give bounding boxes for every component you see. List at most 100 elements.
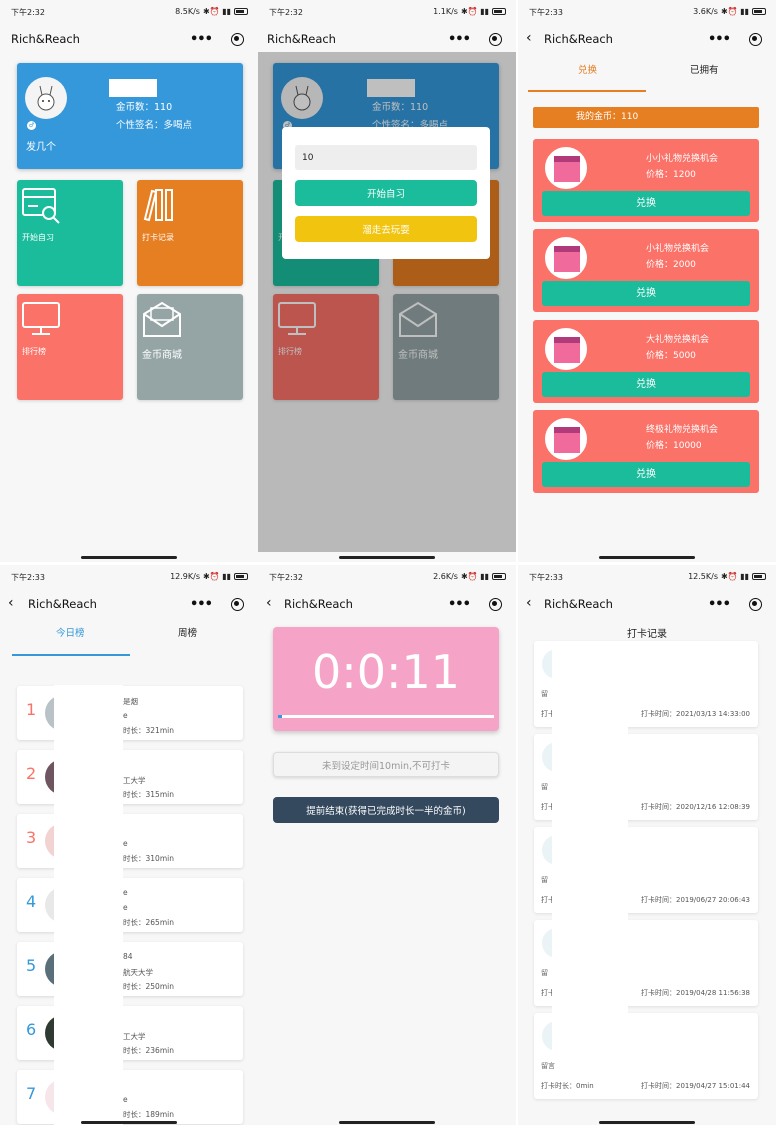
rank-school: 工大学 <box>123 776 146 785</box>
rank-school: e <box>123 711 128 720</box>
back-icon[interactable]: ‹ <box>526 30 532 46</box>
rank-duration: 时长：321min <box>123 726 174 735</box>
tab-week[interactable]: 周榜 <box>178 625 197 639</box>
battery-icon <box>234 8 248 15</box>
exchange-button[interactable]: 兑换 <box>542 191 750 216</box>
start-study-button[interactable]: 开始自习 <box>295 180 477 206</box>
back-icon[interactable]: ‹ <box>266 595 272 611</box>
tab-exchange[interactable]: 兑换 <box>578 62 597 76</box>
rank-number: 6 <box>26 1020 37 1039</box>
rank-number: 4 <box>26 892 37 911</box>
finish-early-button[interactable]: 提前结束(获得已完成时长一半的金币) <box>273 797 499 823</box>
nav-bar: ‹ Rich&Reach ••• <box>0 591 258 617</box>
tile-leaderboard[interactable]: 排行榜 <box>17 294 123 400</box>
exchange-button[interactable]: 兑换 <box>542 281 750 306</box>
rank-number: 1 <box>26 700 37 719</box>
rabbit-avatar-icon <box>37 85 55 111</box>
rank-row[interactable]: 3 e 时长：310min <box>17 814 243 868</box>
battery-icon <box>492 573 506 580</box>
rank-nickname: e <box>123 888 128 897</box>
tile-start-study[interactable]: 开始自习 <box>17 180 123 286</box>
status-time: 下午2:32 <box>269 573 303 582</box>
rank-nickname: 是烟 <box>123 697 138 706</box>
nav-bar: ‹ Rich&Reach ••• <box>258 591 516 617</box>
status-time: 下午2:33 <box>11 573 45 582</box>
network-speed: 2.6K/s <box>433 572 458 581</box>
record-time: 打卡时间：2020/12/16 12:08:39 <box>640 803 750 811</box>
app-title: Rich&Reach <box>544 32 613 46</box>
tile-coin-store[interactable]: 金币商城 <box>137 294 243 400</box>
gift-image <box>545 418 587 460</box>
tile-label: 打卡记录 <box>142 233 174 242</box>
exchange-button[interactable]: 兑换 <box>542 462 750 487</box>
more-icon[interactable]: ••• <box>448 598 471 611</box>
status-time: 下午2:33 <box>529 573 563 582</box>
rank-duration: 时长：310min <box>123 854 174 863</box>
home-indicator <box>599 1121 695 1124</box>
rank-school: e <box>123 1095 128 1104</box>
go-play-button[interactable]: 溜走去玩耍 <box>295 216 477 242</box>
timer-card: 0:0:11 <box>273 627 499 731</box>
gift-name: 小礼物兑换机会 <box>646 244 710 254</box>
more-icon[interactable]: ••• <box>190 33 213 46</box>
tile-checkin-records[interactable]: 打卡记录 <box>137 180 243 286</box>
home-indicator <box>599 556 695 559</box>
nav-bar: ‹ Rich&Reach ••• <box>518 591 776 617</box>
network-speed: 12.5K/s <box>688 572 718 581</box>
capsule-menu: ••• <box>448 29 502 49</box>
tile-label: 排行榜 <box>22 347 46 356</box>
redacted-block <box>109 79 157 97</box>
rank-duration: 时长：250min <box>123 982 174 991</box>
battery-icon <box>492 8 506 15</box>
home-indicator <box>81 1121 177 1124</box>
nav-bar: Rich&Reach ••• <box>0 26 258 52</box>
rank-row[interactable]: 1 是烟 e 时长：321min <box>17 686 243 740</box>
app-title: Rich&Reach <box>11 32 80 46</box>
more-icon[interactable]: ••• <box>448 33 471 46</box>
tab-owned[interactable]: 已拥有 <box>690 62 719 76</box>
close-miniprogram-icon[interactable] <box>489 32 502 46</box>
more-icon[interactable]: ••• <box>708 598 731 611</box>
record-duration: 打卡时长：0min <box>541 1082 594 1090</box>
close-miniprogram-icon[interactable] <box>749 597 762 611</box>
avatar[interactable] <box>25 77 67 119</box>
rank-school: e <box>123 839 128 848</box>
close-miniprogram-icon[interactable] <box>489 597 502 611</box>
more-icon[interactable]: ••• <box>708 33 731 46</box>
back-icon[interactable]: ‹ <box>8 595 14 611</box>
timer-value: 0:0:11 <box>311 645 461 699</box>
rank-number: 3 <box>26 828 37 847</box>
battery-icon <box>234 573 248 580</box>
capsule-menu: ••• <box>190 29 244 49</box>
gender-icon: ♂ <box>27 121 36 130</box>
rank-row[interactable]: 6 工大学 时长：236min <box>17 1006 243 1060</box>
coin-count: 金币数：110 <box>116 102 173 113</box>
record-time: 打卡时间：2019/06/27 20:06:43 <box>640 896 750 904</box>
study-minutes-input[interactable] <box>295 145 477 170</box>
back-icon[interactable]: ‹ <box>526 595 532 611</box>
tab-today[interactable]: 今日榜 <box>56 625 85 639</box>
gift-image <box>545 147 587 189</box>
checkin-button[interactable]: 未到设定时间10min,不可打卡 <box>273 752 499 777</box>
rank-row[interactable]: 4 e e 时长：265min <box>17 878 243 932</box>
record-time: 打卡时间：2019/04/27 15:01:44 <box>640 1082 750 1090</box>
gift-name: 大礼物兑换机会 <box>646 335 710 345</box>
close-miniprogram-icon[interactable] <box>231 32 244 46</box>
signal-icon: ✱⏰ ▮▮ <box>202 7 231 16</box>
rank-row[interactable]: 2 工大学 时长：315min <box>17 750 243 804</box>
network-speed: 8.5K/s <box>175 7 200 16</box>
profile-card[interactable]: ♂ 发几个 金币数：110 个性签名：多喝点 <box>17 63 243 169</box>
close-miniprogram-icon[interactable] <box>231 597 244 611</box>
record-message: 留 <box>541 690 548 698</box>
exchange-button[interactable]: 兑换 <box>542 372 750 397</box>
more-icon[interactable]: ••• <box>190 598 213 611</box>
capsule-menu: ••• <box>708 29 762 49</box>
rank-row[interactable]: 7 e 时长：189min <box>17 1070 243 1124</box>
leaderboard-screen: 下午2:33 12.9K/s ✱⏰ ▮▮ ‹ Rich&Reach ••• 今日榜… <box>0 565 258 1125</box>
rank-duration: 时长：236min <box>123 1046 174 1055</box>
envelope-icon <box>143 301 181 337</box>
rank-row[interactable]: 5 84 航天大学 时长：250min <box>17 942 243 996</box>
close-miniprogram-icon[interactable] <box>749 32 762 46</box>
network-speed: 1.1K/s <box>433 7 458 16</box>
rank-school: 航天大学 <box>123 968 153 977</box>
